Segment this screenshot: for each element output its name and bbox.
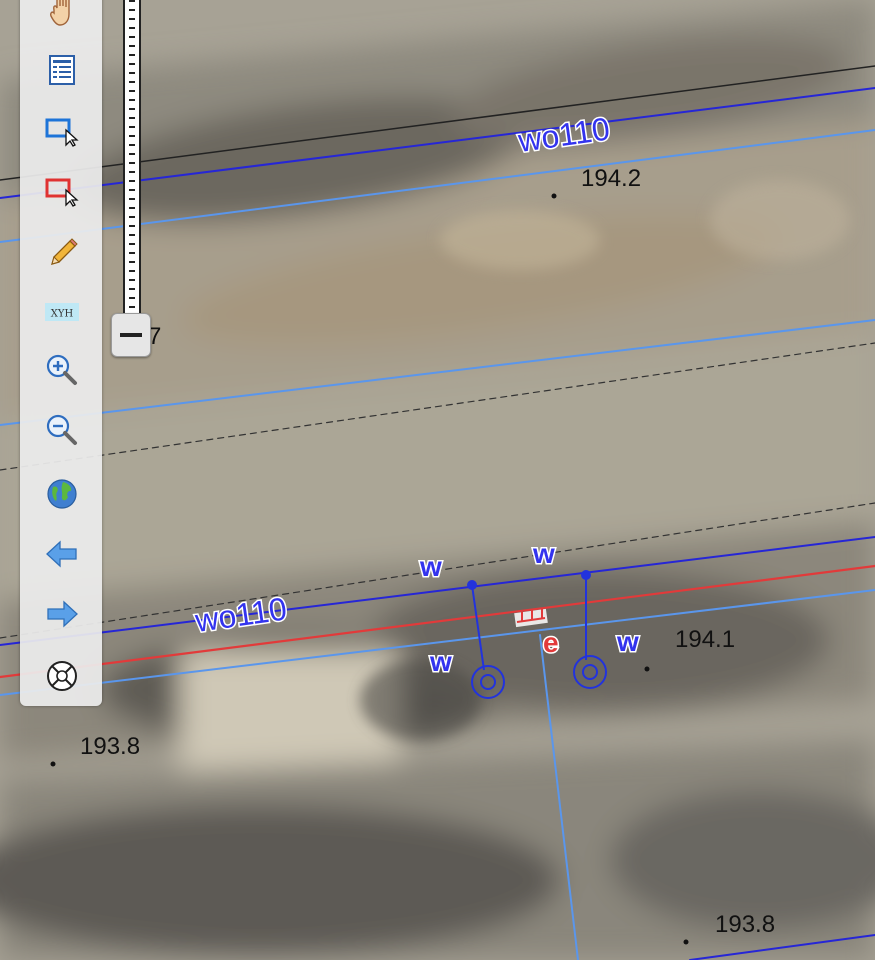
coordinate-button[interactable]: XYH	[42, 292, 82, 332]
full-extent-button[interactable]	[42, 474, 82, 514]
pan-hand-icon	[50, 0, 70, 26]
zoom-out-button[interactable]	[42, 410, 82, 450]
elevation-label: 194.1	[675, 626, 735, 653]
map-toolbar: XYH	[20, 0, 102, 706]
deselect-box-button[interactable]	[42, 170, 82, 210]
elevation-label: 194.2	[581, 165, 641, 192]
zoom-in-button[interactable]	[42, 350, 82, 390]
elevation-label: 193.8	[80, 733, 140, 760]
select-box-button[interactable]	[42, 110, 82, 150]
electric-label: e	[543, 627, 559, 658]
coordinate-xyh-icon: XYH	[45, 303, 79, 321]
zoom-in-icon	[46, 354, 77, 385]
zoom-out-icon	[46, 414, 77, 445]
water-label: w	[616, 626, 639, 657]
layer-list-icon	[49, 55, 75, 85]
forward-arrow-icon	[47, 600, 78, 628]
full-extent-globe-icon	[47, 479, 77, 509]
zoom-slider-handle[interactable]	[111, 313, 151, 357]
close-button[interactable]	[42, 656, 82, 696]
back-arrow-icon	[46, 540, 77, 568]
edit-button[interactable]	[42, 232, 82, 272]
forward-button[interactable]	[42, 594, 82, 634]
minus-icon	[120, 333, 142, 337]
pan-tool-button[interactable]	[42, 0, 82, 30]
elevation-label: 193.8	[715, 911, 775, 938]
water-label: w	[532, 538, 555, 569]
zoom-slider-track[interactable]	[123, 0, 141, 318]
close-circle-icon	[47, 661, 77, 691]
layer-list-button[interactable]	[42, 50, 82, 90]
deselect-box-icon	[45, 178, 79, 207]
water-label: w	[419, 551, 442, 582]
water-label: w	[429, 646, 452, 677]
edit-pencil-icon	[51, 238, 78, 265]
select-box-icon	[45, 118, 79, 147]
back-button[interactable]	[42, 534, 82, 574]
svg-text:XYH: XYH	[51, 309, 74, 320]
